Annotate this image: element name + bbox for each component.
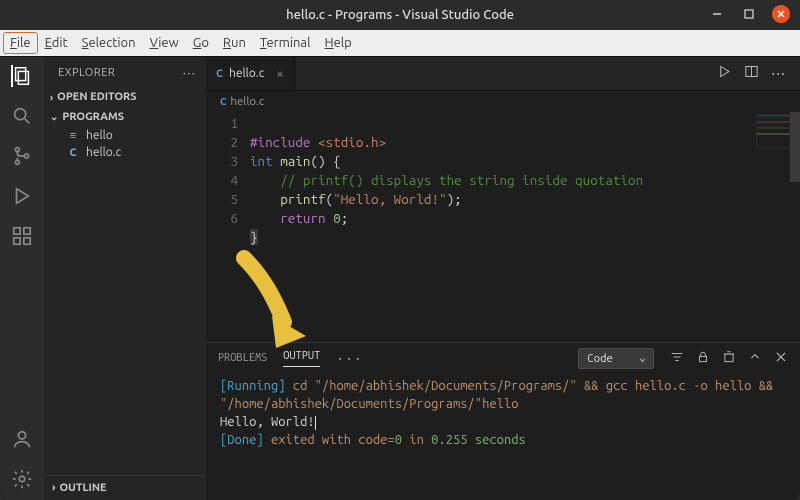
c-file-icon: C: [66, 147, 80, 159]
menu-go[interactable]: Go: [187, 33, 215, 53]
search-icon[interactable]: [11, 105, 33, 127]
code-content[interactable]: #include <stdio.h> int main() { // print…: [250, 114, 643, 342]
activity-bar: [0, 57, 44, 500]
menubar: File Edit Selection View Go Run Terminal…: [0, 30, 800, 56]
line-numbers: 1 2 3 4 5 6: [206, 114, 250, 342]
run-file-icon[interactable]: [717, 64, 732, 83]
file-item-hello[interactable]: ≡ hello: [44, 127, 206, 144]
panel-tab-problems[interactable]: PROBLEMS: [218, 352, 267, 364]
chevron-right-icon: ›: [50, 92, 53, 103]
output-channel-select[interactable]: Code: [578, 348, 654, 369]
close-window-button[interactable]: [772, 5, 790, 23]
c-file-icon: C: [216, 68, 223, 80]
window-title: hello.c - Programs - Visual Studio Code: [286, 8, 514, 22]
menu-selection[interactable]: Selection: [76, 33, 142, 53]
run-debug-icon[interactable]: [11, 185, 33, 207]
explorer-icon[interactable]: [11, 65, 33, 87]
folder-section[interactable]: ⌄ PROGRAMS: [44, 107, 206, 127]
breadcrumb-label: hello.c: [230, 95, 264, 108]
menu-view[interactable]: View: [144, 33, 185, 53]
binary-file-icon: ≡: [66, 130, 80, 142]
editor-group: C hello.c × ··· C hello.c 1 2 3: [206, 57, 800, 500]
menu-terminal[interactable]: Terminal: [254, 33, 317, 53]
menu-help[interactable]: Help: [319, 33, 358, 53]
file-label: hello.c: [86, 146, 121, 159]
titlebar: hello.c - Programs - Visual Studio Code: [0, 0, 800, 30]
panel-more-tabs-icon[interactable]: ···: [336, 350, 363, 366]
chevron-down-icon: ⌄: [50, 111, 58, 123]
file-label: hello: [86, 129, 113, 142]
extensions-icon[interactable]: [11, 225, 33, 247]
tab-hello-c[interactable]: C hello.c ×: [206, 57, 295, 90]
source-control-icon[interactable]: [11, 145, 33, 167]
explorer-more-icon[interactable]: ···: [183, 65, 196, 81]
code-editor[interactable]: 1 2 3 4 5 6 #include <stdio.h> int main(…: [206, 112, 800, 342]
filter-icon[interactable]: [670, 350, 684, 367]
menu-run[interactable]: Run: [217, 33, 252, 53]
outline-section[interactable]: › OUTLINE: [44, 475, 206, 500]
close-panel-icon[interactable]: [774, 350, 788, 367]
menu-edit[interactable]: Edit: [39, 33, 74, 53]
settings-gear-icon[interactable]: [11, 468, 33, 490]
minimize-button[interactable]: [708, 5, 726, 23]
tab-label: hello.c: [229, 67, 264, 80]
editor-scrollbar[interactable]: [790, 112, 800, 342]
bottom-panel: PROBLEMS OUTPUT ··· Code [Running] cd "/…: [206, 342, 800, 500]
maximize-panel-icon[interactable]: [748, 350, 762, 367]
c-file-icon: C: [220, 96, 226, 107]
panel-tab-output[interactable]: OUTPUT: [283, 350, 320, 367]
account-icon[interactable]: [11, 428, 33, 450]
explorer-title: EXPLORER: [58, 67, 115, 79]
explorer-sidebar: EXPLORER ··· › OPEN EDITORS ⌄ PROGRAMS ≡…: [44, 57, 206, 500]
open-editors-section[interactable]: › OPEN EDITORS: [44, 87, 206, 107]
split-editor-icon[interactable]: [744, 64, 759, 83]
breadcrumb[interactable]: C hello.c: [206, 91, 800, 112]
editor-more-icon[interactable]: ···: [771, 65, 786, 83]
chevron-right-icon: ›: [52, 482, 55, 494]
menu-file[interactable]: File: [4, 33, 37, 53]
output-content[interactable]: [Running] cd "/home/abhishek/Documents/P…: [206, 373, 800, 453]
maximize-button[interactable]: [740, 5, 758, 23]
clear-output-icon[interactable]: [722, 350, 736, 367]
editor-tabs: C hello.c × ···: [206, 57, 800, 91]
lock-scroll-icon[interactable]: [696, 350, 710, 367]
close-tab-icon[interactable]: ×: [276, 67, 283, 81]
file-item-hello-c[interactable]: C hello.c: [44, 144, 206, 161]
